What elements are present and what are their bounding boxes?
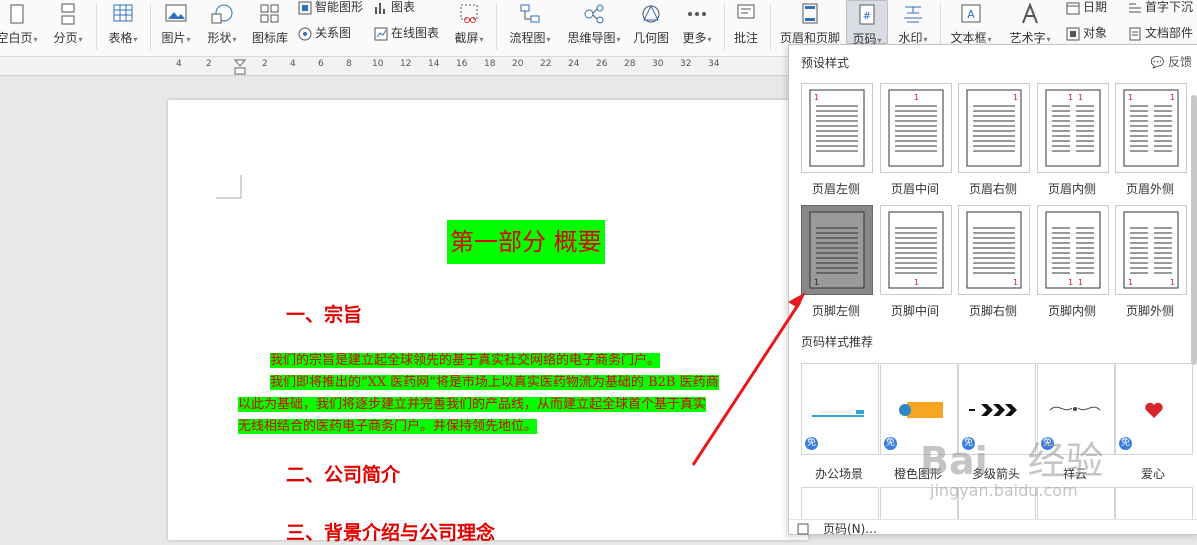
watermark-url: jingyan.baidu.com (930, 481, 1078, 500)
watermark-brand2: 经验 (1027, 439, 1104, 483)
baidu-watermark: Bai 经验 jingyan.baidu.com (920, 430, 1104, 500)
watermark-brand: Bai (920, 439, 988, 483)
